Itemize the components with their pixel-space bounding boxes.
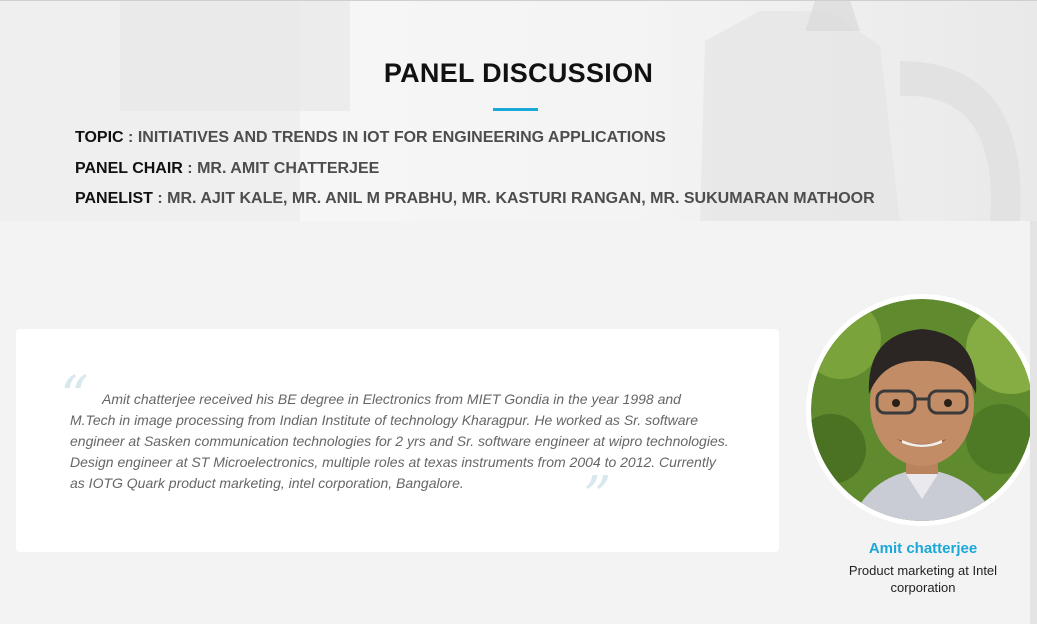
topic-label: TOPIC (75, 129, 124, 146)
topic-value: INITIATIVES AND TRENDS IN IOT FOR ENGINE… (137, 129, 666, 146)
topic-line: TOPIC : INITIATIVES AND TRENDS IN IOT FO… (75, 129, 666, 147)
title-underline (493, 108, 538, 111)
panel-chair-line: PANEL CHAIR : MR. AMIT CHATTERJEE (75, 160, 379, 178)
person-name: Amit chatterjee (868, 540, 978, 557)
panelist-line: PANELIST : MR. AJIT KALE, MR. ANIL M PRA… (75, 190, 875, 208)
person-role: Product marketing at Intel corporation (848, 563, 998, 595)
page-title: PANEL DISCUSSION (383, 58, 654, 88)
avatar (811, 299, 1033, 521)
right-divider (1030, 221, 1037, 624)
panelist-value: MR. AJIT KALE, MR. ANIL M PRABHU, MR. KA… (167, 190, 875, 207)
background-decoration (0, 1, 1021, 221)
panelist-separator: : (152, 190, 168, 207)
panel-chair-value: MR. AMIT CHATTERJEE (197, 160, 380, 177)
panel-chair-separator: : (182, 160, 198, 177)
topic-separator: : (123, 129, 138, 146)
panelist-label: PANELIST (75, 190, 153, 207)
close-quote-icon: ” (583, 465, 612, 530)
testimonial-text: Amit chatterjee received his BE degree i… (70, 391, 729, 491)
panel-chair-label: PANEL CHAIR (75, 160, 183, 177)
avatar-frame (806, 294, 1037, 526)
